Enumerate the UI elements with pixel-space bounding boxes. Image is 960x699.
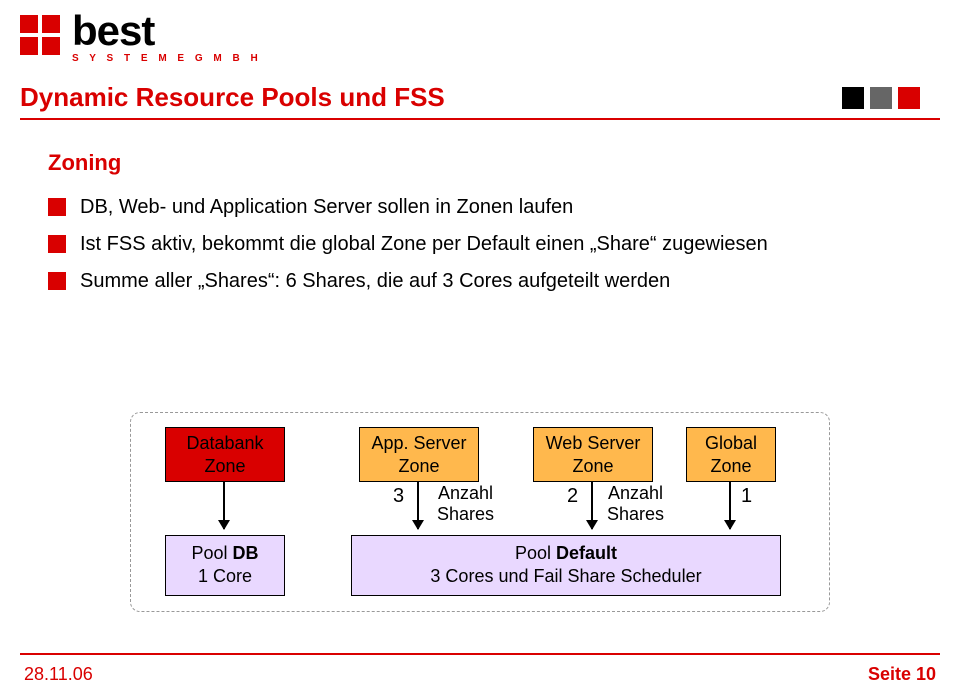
share-count: 1 (741, 485, 752, 508)
zone-sub: Zone (398, 456, 439, 476)
zone-box-appserver: App. Server Zone (359, 427, 479, 482)
pool-detail: 3 Cores und Fail Share Scheduler (430, 566, 701, 586)
pool-name: DB (233, 543, 259, 563)
arrow-down-icon (729, 481, 731, 529)
slide: best S Y S T E M E G M B H Dynamic Resou… (0, 0, 960, 699)
logo-mark-icon (20, 15, 66, 59)
pool-box-default: Pool Default 3 Cores und Fail Share Sche… (351, 535, 781, 596)
brand-name: best (72, 10, 262, 52)
list-item: Ist FSS aktiv, bekommt die global Zone p… (48, 233, 912, 256)
zone-sub: Zone (204, 456, 245, 476)
bullet-list: DB, Web- und Application Server sollen i… (48, 196, 912, 293)
pool-prefix: Pool (515, 543, 556, 563)
share-label: Anzahl Shares (607, 483, 664, 524)
zone-sub: Zone (710, 456, 751, 476)
zone-name: Databank (186, 433, 263, 453)
title-rule (20, 118, 940, 120)
arrow-down-icon (223, 481, 225, 529)
body: Zoning DB, Web- und Application Server s… (48, 150, 912, 307)
brand-tagline: S Y S T E M E G M B H (72, 54, 262, 64)
architecture-diagram: Databank Zone App. Server Zone Web Serve… (130, 412, 830, 612)
share-label: Anzahl Shares (437, 483, 494, 524)
logo-text: best S Y S T E M E G M B H (72, 10, 262, 64)
list-item: Summe aller „Shares“: 6 Shares, die auf … (48, 270, 912, 293)
share-count: 3 (393, 485, 404, 508)
arrow-down-icon (417, 481, 419, 529)
share-count: 2 (567, 485, 578, 508)
zone-box-global: Global Zone (686, 427, 776, 482)
brand-logo: best S Y S T E M E G M B H (20, 10, 262, 64)
zone-name: App. Server (371, 433, 466, 453)
pool-name: Default (556, 543, 617, 563)
footer-date: 28.11.06 (24, 664, 93, 685)
section-heading: Zoning (48, 150, 912, 176)
zone-name: Web Server (546, 433, 641, 453)
bullet-text: DB, Web- und Application Server sollen i… (80, 196, 573, 219)
footer-rule (20, 653, 940, 655)
bullet-square-icon (48, 235, 66, 253)
zone-sub: Zone (572, 456, 613, 476)
bullet-square-icon (48, 272, 66, 290)
decorative-squares-icon (842, 87, 920, 109)
footer-page: Seite 10 (868, 664, 936, 685)
zone-name: Global (705, 433, 757, 453)
list-item: DB, Web- und Application Server sollen i… (48, 196, 912, 219)
page-title: Dynamic Resource Pools und FSS (20, 82, 445, 113)
arrow-down-icon (591, 481, 593, 529)
bullet-text: Summe aller „Shares“: 6 Shares, die auf … (80, 270, 670, 293)
zone-box-webserver: Web Server Zone (533, 427, 653, 482)
zone-box-databank: Databank Zone (165, 427, 285, 482)
pool-detail: 1 Core (198, 566, 252, 586)
bullet-square-icon (48, 198, 66, 216)
pool-prefix: Pool (191, 543, 232, 563)
pool-box-db: Pool DB 1 Core (165, 535, 285, 596)
bullet-text: Ist FSS aktiv, bekommt die global Zone p… (80, 233, 768, 256)
